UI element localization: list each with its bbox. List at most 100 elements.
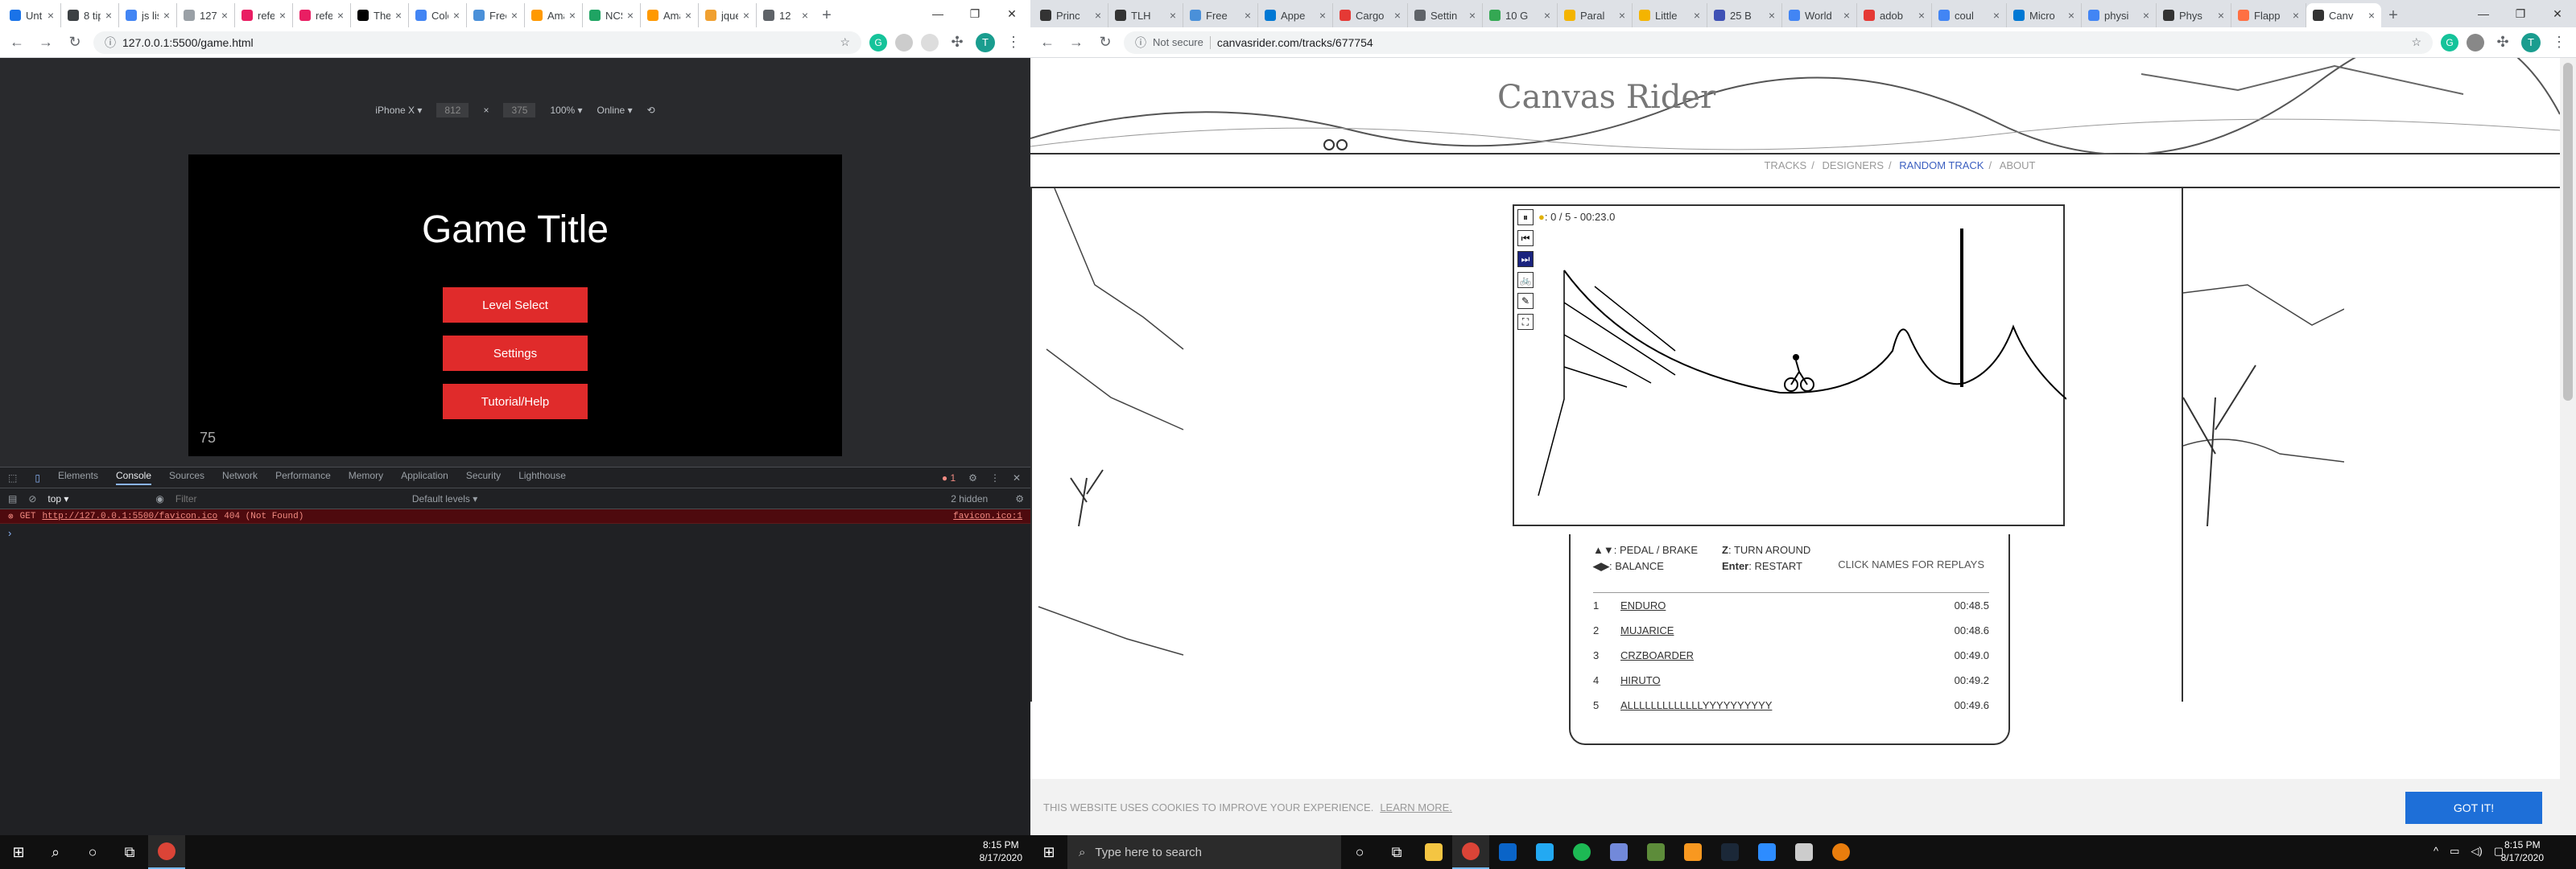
right-tab[interactable]: World × — [1782, 3, 1857, 27]
tab-close-icon[interactable]: × — [2368, 9, 2375, 22]
left-tab[interactable]: Amaz × — [525, 3, 583, 27]
right-tab[interactable]: adob × — [1857, 3, 1932, 27]
right-tab[interactable]: Micro × — [2007, 3, 2082, 27]
info-icon[interactable]: ⓘ — [105, 35, 116, 51]
leaderboard-name-link[interactable]: CRZBOARDER — [1620, 649, 1955, 661]
tab-close-icon[interactable]: × — [1469, 9, 1476, 22]
left-tab[interactable]: 12 × — [757, 3, 815, 27]
right-tab[interactable]: Appe × — [1258, 3, 1333, 27]
devtools-tab-performance[interactable]: Performance — [275, 470, 331, 485]
clear-console-icon[interactable]: ⊘ — [28, 493, 36, 505]
levels-select[interactable]: Default levels ▾ — [412, 493, 477, 505]
right-tab[interactable]: 10 G × — [1483, 3, 1558, 27]
eye-icon[interactable]: ◉ — [155, 493, 163, 505]
app-icon[interactable] — [1785, 835, 1823, 869]
tab-close-icon[interactable]: × — [743, 9, 749, 22]
steam-icon[interactable] — [1711, 835, 1748, 869]
right-tab[interactable]: Flapp × — [2231, 3, 2306, 27]
leaderboard-name-link[interactable]: ENDURO — [1620, 599, 1955, 612]
height-field[interactable]: 375 — [503, 103, 536, 117]
right-tab[interactable]: Cargo × — [1333, 3, 1408, 27]
devtools-tab-application[interactable]: Application — [401, 470, 448, 485]
new-tab-button[interactable]: + — [815, 3, 839, 27]
leaderboard-name-link[interactable]: ALLLLLLLLLLLLLYYYYYYYYYY — [1620, 699, 1955, 711]
left-tab[interactable]: refere × — [235, 3, 293, 27]
minimize-icon[interactable]: — — [2465, 0, 2502, 27]
back-icon[interactable]: ← — [6, 32, 27, 53]
spotify-icon[interactable] — [1563, 835, 1600, 869]
maximize-icon[interactable]: ❐ — [2502, 0, 2539, 27]
minecraft-icon[interactable] — [1637, 835, 1674, 869]
bookmark-star-icon[interactable]: ☆ — [840, 35, 850, 49]
left-tab[interactable]: 127.0. × — [177, 3, 235, 27]
cortana-icon[interactable]: ○ — [1341, 835, 1378, 869]
discord-icon[interactable] — [1600, 835, 1637, 869]
gear-icon[interactable]: ⚙ — [1015, 493, 1030, 505]
tab-close-icon[interactable]: × — [395, 9, 402, 22]
tab-close-icon[interactable]: × — [1843, 9, 1850, 22]
left-tab[interactable]: refere × — [293, 3, 351, 27]
extension-icon[interactable] — [921, 33, 939, 51]
reload-icon[interactable]: ↻ — [64, 32, 85, 53]
taskbar-search[interactable]: ⌕ Type here to search — [1067, 835, 1341, 869]
blender-icon[interactable] — [1823, 835, 1860, 869]
volume-icon[interactable]: ◁) — [2471, 845, 2482, 858]
right-tab[interactable]: Paral × — [1558, 3, 1633, 27]
close-icon[interactable]: ✕ — [993, 0, 1030, 27]
windows-start-icon[interactable]: ⊞ — [0, 835, 37, 869]
menu-designers[interactable]: DESIGNERS — [1822, 159, 1884, 171]
tab-close-icon[interactable]: × — [337, 9, 344, 22]
tab-close-icon[interactable]: × — [2143, 9, 2149, 22]
tab-close-icon[interactable]: × — [685, 9, 691, 22]
site-logo[interactable]: Canvas Rider — [1497, 79, 1715, 116]
tab-close-icon[interactable]: × — [1769, 9, 1775, 22]
file-explorer-icon[interactable] — [1415, 835, 1452, 869]
tab-close-icon[interactable]: × — [221, 9, 228, 22]
tab-close-icon[interactable]: × — [1993, 9, 2000, 22]
close-icon[interactable]: ✕ — [2539, 0, 2576, 27]
right-tab[interactable]: Princ × — [1034, 3, 1108, 27]
left-tab[interactable]: Colori × — [409, 3, 467, 27]
left-tab[interactable]: Free 3 × — [467, 3, 525, 27]
tab-close-icon[interactable]: × — [1095, 9, 1101, 22]
puzzle-icon[interactable]: ✣ — [2492, 32, 2513, 53]
error-source-link[interactable]: favicon.ico:1 — [953, 512, 1022, 521]
left-tab[interactable]: Untitl × — [3, 3, 61, 27]
kebab-menu-icon[interactable]: ⋮ — [990, 472, 1000, 484]
tab-close-icon[interactable]: × — [105, 9, 112, 22]
tab-close-icon[interactable]: × — [1319, 9, 1326, 22]
left-tab[interactable]: 8 tips × — [61, 3, 119, 27]
tab-close-icon[interactable]: × — [2068, 9, 2074, 22]
chevron-up-icon[interactable]: ^ — [2434, 845, 2438, 858]
devtools-tab-sources[interactable]: Sources — [169, 470, 204, 485]
rotate-icon[interactable]: ⟲ — [647, 105, 655, 116]
clock-right[interactable]: 8:15 PM 8/17/2020 — [2501, 838, 2544, 864]
filter-input[interactable]: Filter — [175, 493, 369, 505]
java-icon[interactable] — [1674, 835, 1711, 869]
tab-close-icon[interactable]: × — [1918, 9, 1925, 22]
sidebar-toggle-icon[interactable]: ▤ — [8, 493, 17, 505]
tab-close-icon[interactable]: × — [2293, 9, 2299, 22]
tab-close-icon[interactable]: × — [279, 9, 286, 22]
forward-icon[interactable]: → — [1066, 32, 1087, 53]
clock-left[interactable]: 8:15 PM 8/17/2020 — [980, 838, 1022, 864]
minimize-icon[interactable]: — — [919, 0, 956, 27]
game-canvas[interactable]: Game Title Level Select Settings Tutoria… — [188, 154, 842, 456]
kebab-menu-icon[interactable]: ⋮ — [1003, 32, 1024, 53]
tab-close-icon[interactable]: × — [511, 9, 518, 22]
tab-close-icon[interactable]: × — [1544, 9, 1550, 22]
devtools-tab-elements[interactable]: Elements — [58, 470, 98, 485]
devtools-tab-lighthouse[interactable]: Lighthouse — [518, 470, 566, 485]
left-tab[interactable]: Amaz × — [641, 3, 699, 27]
right-tab[interactable]: coul × — [1932, 3, 2007, 27]
inspect-icon[interactable]: ⬚ — [8, 472, 17, 484]
tab-close-icon[interactable]: × — [1619, 9, 1625, 22]
address-bar[interactable]: ⓘ Not secure canvasrider.com/tracks/6777… — [1124, 31, 2433, 54]
vscode-icon[interactable] — [1526, 835, 1563, 869]
tab-close-icon[interactable]: × — [1170, 9, 1176, 22]
address-bar[interactable]: ⓘ 127.0.0.1:5500/game.html ☆ — [93, 31, 861, 54]
avatar[interactable]: T — [976, 32, 995, 52]
back-icon[interactable]: ← — [1037, 32, 1058, 53]
chrome-taskbar-icon[interactable] — [1452, 835, 1489, 869]
outlook-icon[interactable] — [1489, 835, 1526, 869]
